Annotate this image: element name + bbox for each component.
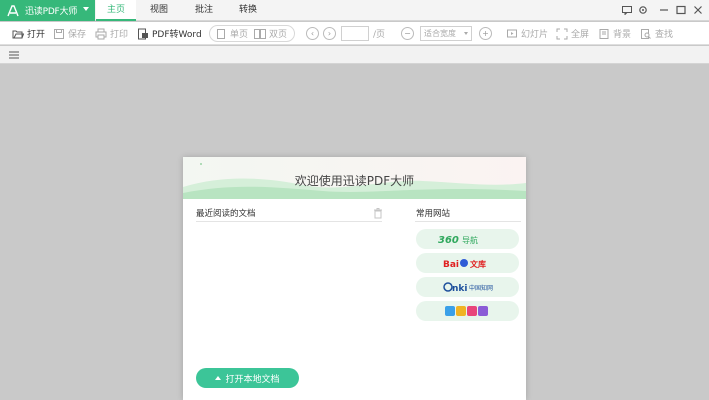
next-page-button[interactable]: › [323,27,336,40]
sidebar-toggle-bar [0,46,709,64]
tab-home[interactable]: 主页 [96,0,136,21]
minus-icon: − [404,29,411,38]
tab-convert[interactable]: 转换 [232,0,264,21]
slideshow-button[interactable]: 幻灯片 [506,26,548,41]
svg-text:文库: 文库 [470,259,486,269]
double-page-icon [254,28,266,39]
folder-open-icon [12,30,24,38]
printer-icon [95,28,107,39]
site-link-colorful[interactable] [416,301,519,321]
settings-icon[interactable] [637,4,649,16]
chevron-down-icon [464,32,468,35]
background-icon [599,28,609,39]
360-logo-icon: 360 导航 [438,235,478,245]
previous-page-button[interactable]: ‹ [306,27,319,40]
sidebar-toggle-icon[interactable] [9,50,19,60]
plus-icon: + [482,29,489,38]
page-number-input[interactable] [341,26,369,41]
svg-text:360: 360 [438,235,459,245]
page-suffix: /页 [373,30,386,40]
chevron-right-icon: › [327,29,332,38]
feedback-icon[interactable] [621,4,633,16]
divider [196,221,382,222]
pdf-to-word-button[interactable]: PDF转Word [137,26,202,41]
background-button[interactable]: 背景 [598,26,631,41]
site-link-cnki[interactable]: nki 中国知网 [416,277,519,297]
zoom-in-button[interactable]: + [479,27,492,40]
upload-icon [215,376,222,380]
double-page-button[interactable]: 双页 [254,26,287,41]
app-menu-button[interactable]: 迅读PDF大师 [0,0,95,21]
print-button[interactable]: 打印 [95,26,128,41]
single-page-button[interactable]: 单页 [215,26,248,41]
welcome-panel: 欢迎使用迅读PDF大师 最近阅读的文档 常用网站 360 导航 Bai 文库 n… [183,157,526,400]
svg-text:nki: nki [452,284,467,294]
find-button[interactable]: 查找 [640,26,673,41]
fullscreen-icon [556,28,568,39]
colorful-logo-icon [444,306,488,316]
pdf-logo-icon [7,4,19,16]
svg-text:导航: 导航 [462,235,478,245]
app-name: 迅读PDF大师 [25,7,78,17]
cnki-logo-icon: nki 中国知网 [442,282,493,294]
title-bar: 迅读PDF大师 主页 视图 批注 转换 [0,0,709,21]
tab-annotate[interactable]: 批注 [188,0,220,21]
recent-docs-title: 最近阅读的文档 [196,209,256,219]
welcome-title: 欢迎使用迅读PDF大师 [294,174,415,188]
welcome-header: 欢迎使用迅读PDF大师 [183,157,526,199]
pdf-word-icon [138,28,148,39]
chevron-left-icon: ‹ [310,29,315,38]
svg-text:中国知网: 中国知网 [469,284,493,292]
close-icon[interactable] [692,4,704,16]
zoom-select[interactable]: 适合宽度 [420,26,472,41]
tab-view[interactable]: 视图 [143,0,175,21]
common-sites-title: 常用网站 [416,209,451,219]
toolbar: 打开 保存 打印 PDF转Word 单页 双页 ‹ › /页 − 适合宽度 + … [0,22,709,45]
site-link-baidu-wenku[interactable]: Bai 文库 [416,253,519,273]
single-page-icon [217,28,225,39]
search-icon [641,28,651,39]
save-icon [54,28,64,39]
save-button[interactable]: 保存 [53,26,86,41]
chevron-down-icon [83,7,89,11]
trash-icon[interactable] [373,208,383,219]
baidu-wenku-logo-icon: Bai 文库 [443,259,486,270]
divider [415,221,521,222]
svg-text:Bai: Bai [443,260,459,270]
site-link-360[interactable]: 360 导航 [416,229,519,249]
open-local-document-button[interactable]: 打开本地文档 [196,368,299,388]
open-button[interactable]: 打开 [12,26,45,41]
zoom-out-button[interactable]: − [401,27,414,40]
maximize-icon[interactable] [675,4,687,16]
fullscreen-button[interactable]: 全屏 [556,26,589,41]
minimize-icon[interactable] [658,4,670,16]
slideshow-icon [507,29,517,37]
